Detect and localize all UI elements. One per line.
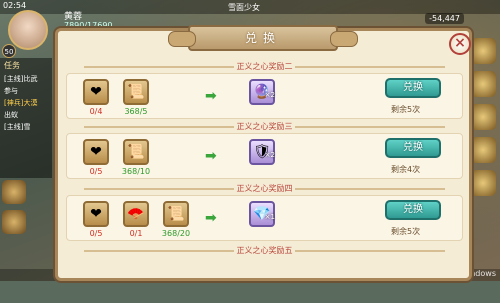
quest-line[interactable]: [主线]比武 xyxy=(0,73,52,85)
quest-panel[interactable]: 任务 [主线]比武 参与 [神兵]大漠 出蚁 [主线]雪 xyxy=(0,58,52,178)
arrow-right-icon: ➡ xyxy=(205,210,217,226)
fan-icon[interactable]: 🪭 xyxy=(123,201,149,227)
menu-icon[interactable] xyxy=(470,38,496,64)
purple-orb-icon[interactable]: 🔮 ×2 xyxy=(249,79,275,105)
remaining-count: 剩余4次 xyxy=(391,165,421,174)
menu-icon[interactable] xyxy=(2,210,26,234)
remaining-count: 剩余5次 xyxy=(391,227,421,236)
cost-count: 0/5 xyxy=(89,167,103,176)
heart-medal-icon[interactable]: ❤ xyxy=(83,79,109,105)
quest-line[interactable]: 出蚁 xyxy=(0,109,52,121)
quest-line[interactable]: [主线]雪 xyxy=(0,121,52,133)
exchange-row: 正义之心奖励三 ❤ 0/5 📜 368/10 ➡ 🛡 ×2 兑换剩余4次 xyxy=(66,121,463,179)
arrow-right-icon: ➡ xyxy=(205,88,217,104)
quest-line[interactable]: 参与 xyxy=(0,85,52,97)
remaining-count: 剩余5次 xyxy=(391,105,421,114)
quest-line[interactable]: [神兵]大漠 xyxy=(0,97,52,109)
scroll-icon[interactable]: 📜 xyxy=(123,79,149,105)
score-readout: -54,447 xyxy=(425,13,464,24)
exchange-button[interactable]: 兑换 xyxy=(385,200,441,220)
menu-icon[interactable] xyxy=(470,71,496,97)
reward-band-title: 正义之心奖励三 xyxy=(66,121,463,133)
menu-icon[interactable] xyxy=(2,180,26,204)
reward-band-title: 正义之心奖励五 xyxy=(66,245,463,257)
reward-band-title: 正义之心奖励四 xyxy=(66,183,463,195)
cost-count: 368/10 xyxy=(121,167,151,176)
player-level: 50 xyxy=(2,44,16,58)
map-name: 雪面少女 xyxy=(228,3,260,12)
left-menu-icons xyxy=(2,180,30,240)
cost-count: 0/4 xyxy=(89,107,103,116)
gem-orb-icon[interactable]: 💎 ×1 xyxy=(249,201,275,227)
cost-count: 368/5 xyxy=(124,107,148,116)
exchange-row: 正义之心奖励二 ❤ 0/4 📜 368/5 ➡ 🔮 ×2 兑换剩余5次 xyxy=(66,61,463,119)
heart-medal-icon[interactable]: ❤ xyxy=(83,139,109,165)
right-menu-icons xyxy=(470,38,498,203)
exchange-button[interactable]: 兑换 xyxy=(385,138,441,158)
scroll-icon[interactable]: 📜 xyxy=(163,201,189,227)
cost-count: 368/20 xyxy=(161,229,191,238)
exchange-row: 正义之心奖励五 xyxy=(66,245,463,303)
close-button[interactable]: × xyxy=(449,33,471,55)
exchange-row-box: ❤ 0/4 📜 368/5 ➡ 🔮 ×2 兑换剩余5次 xyxy=(66,73,463,119)
scroll-icon[interactable]: 📜 xyxy=(123,139,149,165)
clock: 02:54 xyxy=(3,1,27,10)
exchange-dialog: 兑换 × 正义之心奖励二 ❤ 0/4 📜 368/5 ➡ 🔮 ×2 兑换 剩余5次 正义之心奖励三 ❤… xyxy=(55,25,472,281)
reward-band-title: 正义之心奖励二 xyxy=(66,61,463,73)
quest-tab[interactable]: 任务 xyxy=(0,58,52,73)
exchange-row-box: ❤ 0/5 📜 368/10 ➡ 🛡 ×2 兑换剩余4次 xyxy=(66,133,463,179)
exchange-row-box: ❤ 0/5 🪭 0/1 📜 368/20 ➡ 💎 ×1 兑换剩余5次 xyxy=(66,195,463,241)
heart-medal-icon[interactable]: ❤ xyxy=(83,201,109,227)
dialog-title: 兑换 xyxy=(168,25,358,51)
menu-icon[interactable] xyxy=(470,170,496,196)
menu-icon[interactable] xyxy=(470,104,496,130)
reward-quantity: ×1 xyxy=(264,213,275,221)
reward-quantity: ×2 xyxy=(264,151,275,159)
cost-count: 0/1 xyxy=(129,229,143,238)
arrow-right-icon: ➡ xyxy=(205,148,217,164)
cost-count: 0/5 xyxy=(89,229,103,238)
exchange-button[interactable]: 兑换 xyxy=(385,78,441,98)
menu-icon[interactable] xyxy=(470,137,496,163)
exchange-row: 正义之心奖励四 ❤ 0/5 🪭 0/1 📜 368/20 ➡ 💎 ×1 兑换剩余5次 xyxy=(66,183,463,241)
armor-icon[interactable]: 🛡 ×2 xyxy=(249,139,275,165)
player-avatar[interactable] xyxy=(8,10,48,50)
reward-quantity: ×2 xyxy=(264,91,275,99)
